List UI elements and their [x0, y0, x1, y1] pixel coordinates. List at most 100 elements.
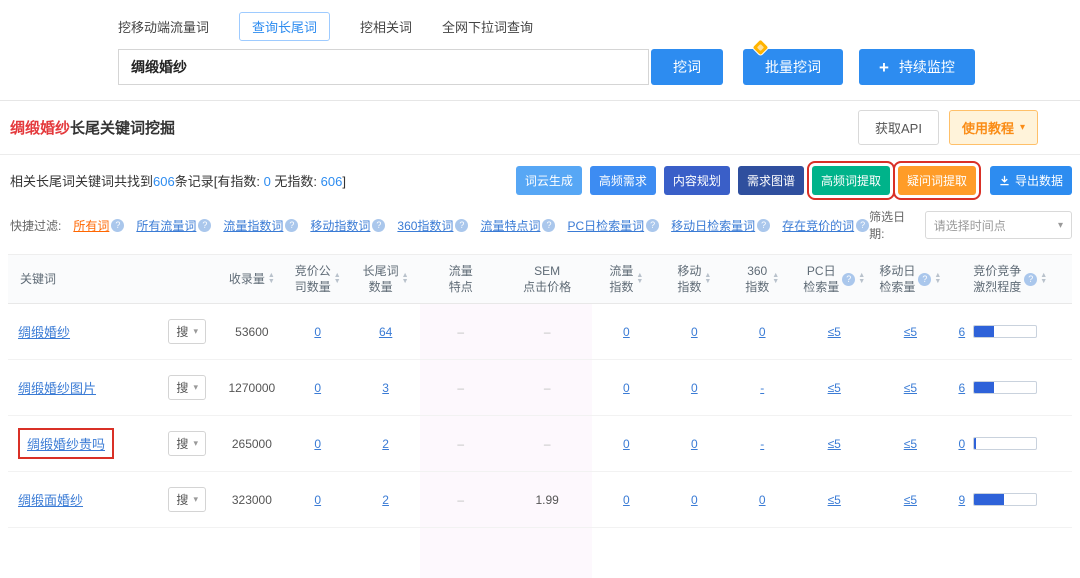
sort-icon[interactable]: ▲▼	[704, 273, 711, 285]
high-freq-extract-button[interactable]: 高频词提取	[812, 166, 890, 195]
value-link[interactable]: 2	[382, 437, 389, 451]
keyword-link[interactable]: 绸缎婚纱图片	[18, 381, 96, 396]
high-freq-demand-button[interactable]: 高频需求	[590, 166, 656, 195]
column-header[interactable]: 收录量▲▼	[220, 255, 284, 304]
keyword-link[interactable]: 绸缎婚纱贵吗	[27, 437, 105, 452]
action-buttons: 词云生成高频需求内容规划需求图谱高频词提取疑问词提取 导出数据	[516, 166, 1072, 195]
chevron-down-icon: ▾	[193, 438, 198, 449]
value-link[interactable]: ≤5	[904, 381, 917, 395]
value-link[interactable]: -	[760, 437, 764, 451]
value-link[interactable]: 0	[691, 325, 698, 339]
value-link[interactable]: ≤5	[828, 325, 841, 339]
help-icon[interactable]: ?	[542, 219, 555, 232]
value-link[interactable]: 0	[314, 437, 321, 451]
search-dropdown-button[interactable]: 搜▾	[168, 375, 206, 400]
value-link[interactable]: -	[760, 381, 764, 395]
filter-item: 流量特点词?	[480, 217, 555, 234]
sort-icon[interactable]: ▲▼	[934, 273, 941, 285]
sort-icon[interactable]: ▲▼	[402, 273, 409, 285]
continuous-monitor-button[interactable]: + 持续监控	[859, 49, 975, 85]
competition-link[interactable]: 6	[958, 381, 965, 395]
help-icon[interactable]: ?	[918, 273, 931, 286]
question-extract-button[interactable]: 疑问词提取	[898, 166, 976, 195]
column-header[interactable]: 360指数▲▼	[728, 255, 796, 304]
keyword-link[interactable]: 绸缎婚纱	[18, 325, 70, 340]
value-link[interactable]: 0	[314, 325, 321, 339]
value-link[interactable]: ≤5	[904, 437, 917, 451]
sort-icon[interactable]: ▲▼	[1040, 273, 1047, 285]
value-link[interactable]: 0	[623, 325, 630, 339]
help-icon[interactable]: ?	[842, 273, 855, 286]
column-header[interactable]: 移动指数▲▼	[660, 255, 728, 304]
filter-link[interactable]: PC日检索量词	[567, 217, 644, 234]
help-icon[interactable]: ?	[111, 219, 124, 232]
help-icon[interactable]: ?	[646, 219, 659, 232]
sort-icon[interactable]: ▲▼	[636, 273, 643, 285]
column-header[interactable]: 竞价竞争激烈程度?▲▼	[948, 255, 1072, 304]
sort-icon[interactable]: ▲▼	[858, 273, 865, 285]
column-header[interactable]: 竞价公司数量▲▼	[284, 255, 352, 304]
competition-link[interactable]: 0	[958, 437, 965, 451]
filter-link[interactable]: 移动日检索量词	[671, 217, 755, 234]
date-select[interactable]: 请选择时间点 ▾	[925, 211, 1072, 239]
help-icon[interactable]: ?	[856, 219, 869, 232]
sort-icon[interactable]: ▲▼	[772, 273, 779, 285]
help-icon[interactable]: ?	[285, 219, 298, 232]
column-header[interactable]: 长尾词数量▲▼	[352, 255, 420, 304]
sort-icon[interactable]: ▲▼	[268, 273, 275, 285]
value-link[interactable]: 0	[759, 325, 766, 339]
column-header[interactable]: 流量指数▲▼	[592, 255, 660, 304]
value-link[interactable]: 3	[382, 381, 389, 395]
content-plan-button[interactable]: 内容规划	[664, 166, 730, 195]
value-link[interactable]: 64	[379, 325, 392, 339]
keyword-input[interactable]	[118, 49, 649, 85]
result-count: 606	[153, 174, 175, 189]
value-link[interactable]: 0	[623, 437, 630, 451]
filter-item: 360指数词?	[397, 217, 468, 234]
help-icon[interactable]: ?	[198, 219, 211, 232]
filter-link[interactable]: 360指数词	[397, 217, 453, 234]
value-link[interactable]: ≤5	[828, 381, 841, 395]
get-api-button[interactable]: 获取API	[858, 110, 939, 145]
word-cloud-button[interactable]: 词云生成	[516, 166, 582, 195]
value-link[interactable]: 0	[691, 437, 698, 451]
title-suffix: 长尾关键词挖掘	[70, 120, 175, 137]
sort-icon[interactable]: ▲▼	[334, 273, 341, 285]
filter-link[interactable]: 存在竞价的词	[782, 217, 854, 234]
dig-words-button[interactable]: 挖词	[651, 49, 723, 85]
filter-link[interactable]: 移动指数词	[310, 217, 370, 234]
demand-map-button[interactable]: 需求图谱	[738, 166, 804, 195]
column-header[interactable]: PC日检索量?▲▼	[796, 255, 872, 304]
export-data-button[interactable]: 导出数据	[990, 166, 1072, 195]
table-row: 绸缎婚纱贵吗搜▾26500002––00-≤5≤50	[8, 416, 1072, 472]
search-dropdown-button[interactable]: 搜▾	[168, 319, 206, 344]
tab-dig-mobile-traffic-words[interactable]: 挖移动端流量词	[118, 13, 209, 40]
tab-sitewide-dropdown-query[interactable]: 全网下拉词查询	[442, 13, 533, 40]
column-header[interactable]: 移动日检索量?▲▼	[872, 255, 948, 304]
value-link[interactable]: ≤5	[904, 325, 917, 339]
value-link[interactable]: 0	[314, 381, 321, 395]
filter-link[interactable]: 所有流量词	[136, 217, 196, 234]
value-link[interactable]: ≤5	[828, 437, 841, 451]
filter-link[interactable]: 流量特点词	[480, 217, 540, 234]
tab-query-longtail-words[interactable]: 查询长尾词	[239, 12, 330, 41]
help-icon[interactable]: ?	[372, 219, 385, 232]
help-icon[interactable]: ?	[455, 219, 468, 232]
keyword-link[interactable]: 绸缎面婚纱	[18, 493, 83, 508]
annotation-box: 绸缎婚纱贵吗	[18, 428, 114, 459]
filter-link[interactable]: 流量指数词	[223, 217, 283, 234]
competition-link[interactable]: 6	[958, 325, 965, 339]
column-header: SEM点击价格	[502, 255, 593, 304]
value-link[interactable]: 0	[623, 381, 630, 395]
tutorial-button[interactable]: 使用教程 ▾	[949, 110, 1038, 145]
column-header: 关键词	[8, 255, 220, 304]
batch-dig-button[interactable]: 批量挖词	[743, 49, 843, 85]
tab-dig-related-words[interactable]: 挖相关词	[360, 13, 412, 40]
column-header: 流量特点	[420, 255, 502, 304]
help-icon[interactable]: ?	[757, 219, 770, 232]
value-link[interactable]: 0	[691, 381, 698, 395]
help-icon[interactable]: ?	[1024, 273, 1037, 286]
search-dropdown-button[interactable]: 搜▾	[168, 487, 206, 512]
search-dropdown-button[interactable]: 搜▾	[168, 431, 206, 456]
filter-link[interactable]: 所有词	[73, 217, 109, 234]
